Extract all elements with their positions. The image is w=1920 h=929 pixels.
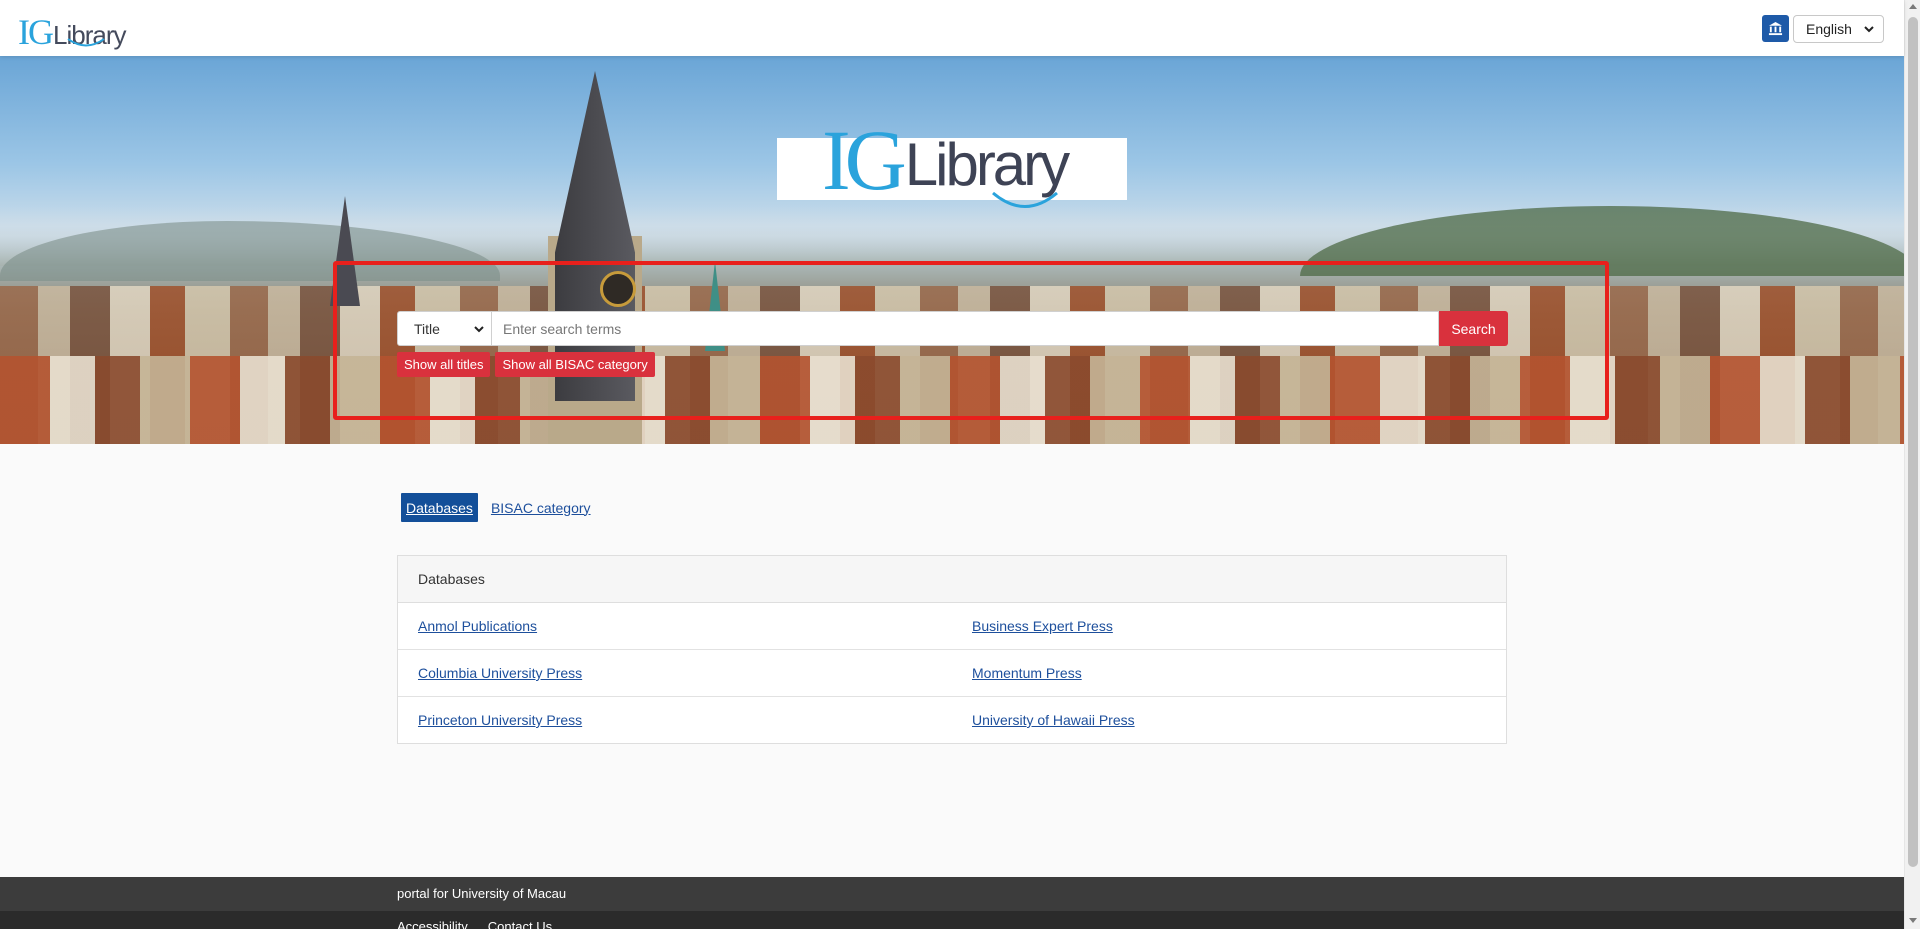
table-cell: Princeton University Press [398, 712, 952, 728]
tab-databases[interactable]: Databases [401, 493, 478, 522]
search-bar: Title Enter search terms Search [397, 311, 1508, 346]
database-link[interactable]: Princeton University Press [418, 712, 582, 728]
footer: portal for University of Macau Accessibi… [0, 877, 1904, 929]
logo-swoosh-icon [67, 38, 105, 47]
table-cell: Momentum Press [952, 665, 1506, 681]
show-all-bisac-button[interactable]: Show all BISAC category [495, 352, 655, 377]
database-link[interactable]: Columbia University Press [418, 665, 582, 681]
databases-panel: Databases Anmol Publications Business Ex… [397, 555, 1507, 744]
footer-links-bar [0, 911, 1904, 929]
vertical-scrollbar[interactable] [1904, 0, 1920, 929]
top-header: IG Library English [0, 0, 1904, 56]
table-cell: Columbia University Press [398, 665, 952, 681]
database-link[interactable]: Anmol Publications [418, 618, 537, 634]
bank-icon [1768, 21, 1783, 36]
chevron-down-icon [474, 326, 484, 333]
table-row: Princeton University Press University of… [398, 697, 1506, 743]
search-field-value: Title [414, 320, 440, 337]
browse-tabs: Databases BISAC category [401, 493, 596, 522]
chevron-down-icon [1864, 26, 1874, 33]
hero-logo-library: Library [904, 131, 1070, 198]
institution-button[interactable] [1762, 15, 1789, 42]
site-logo[interactable]: IG Library [18, 6, 126, 52]
panel-title: Databases [398, 556, 1506, 603]
database-link[interactable]: University of Hawaii Press [972, 712, 1135, 728]
language-value: English [1806, 21, 1852, 37]
logo-ig-text: IG [18, 12, 54, 52]
search-button[interactable]: Search [1439, 311, 1508, 346]
hero-logo-swoosh-icon [992, 191, 1058, 208]
hero-logo: IG Library [822, 103, 1070, 208]
footer-links: Accessibility Contact Us [397, 919, 552, 929]
footer-link-contact[interactable]: Contact Us [488, 919, 552, 929]
scrollbar-thumb[interactable] [1908, 17, 1918, 867]
table-cell: Business Expert Press [952, 618, 1506, 634]
database-link[interactable]: Momentum Press [972, 665, 1082, 681]
table-cell: Anmol Publications [398, 618, 952, 634]
table-row: Columbia University Press Momentum Press [398, 650, 1506, 697]
table-cell: University of Hawaii Press [952, 712, 1506, 728]
scroll-up-icon[interactable] [1909, 4, 1917, 9]
search-field-select[interactable]: Title [397, 311, 492, 346]
table-row: Anmol Publications Business Expert Press [398, 603, 1506, 650]
quick-actions: Show all titles Show all BISAC category [397, 352, 655, 377]
show-all-titles-button[interactable]: Show all titles [397, 352, 491, 377]
database-link[interactable]: Business Expert Press [972, 618, 1113, 634]
scroll-down-icon[interactable] [1909, 918, 1917, 923]
footer-link-accessibility[interactable]: Accessibility [397, 919, 468, 929]
hero-logo-ig: IG [822, 112, 907, 208]
language-select[interactable]: English [1793, 15, 1884, 43]
search-placeholder: Enter search terms [503, 320, 622, 337]
tab-bisac-category[interactable]: BISAC category [486, 493, 596, 522]
search-input[interactable]: Enter search terms [492, 311, 1439, 346]
footer-portal-text: portal for University of Macau [397, 886, 567, 901]
